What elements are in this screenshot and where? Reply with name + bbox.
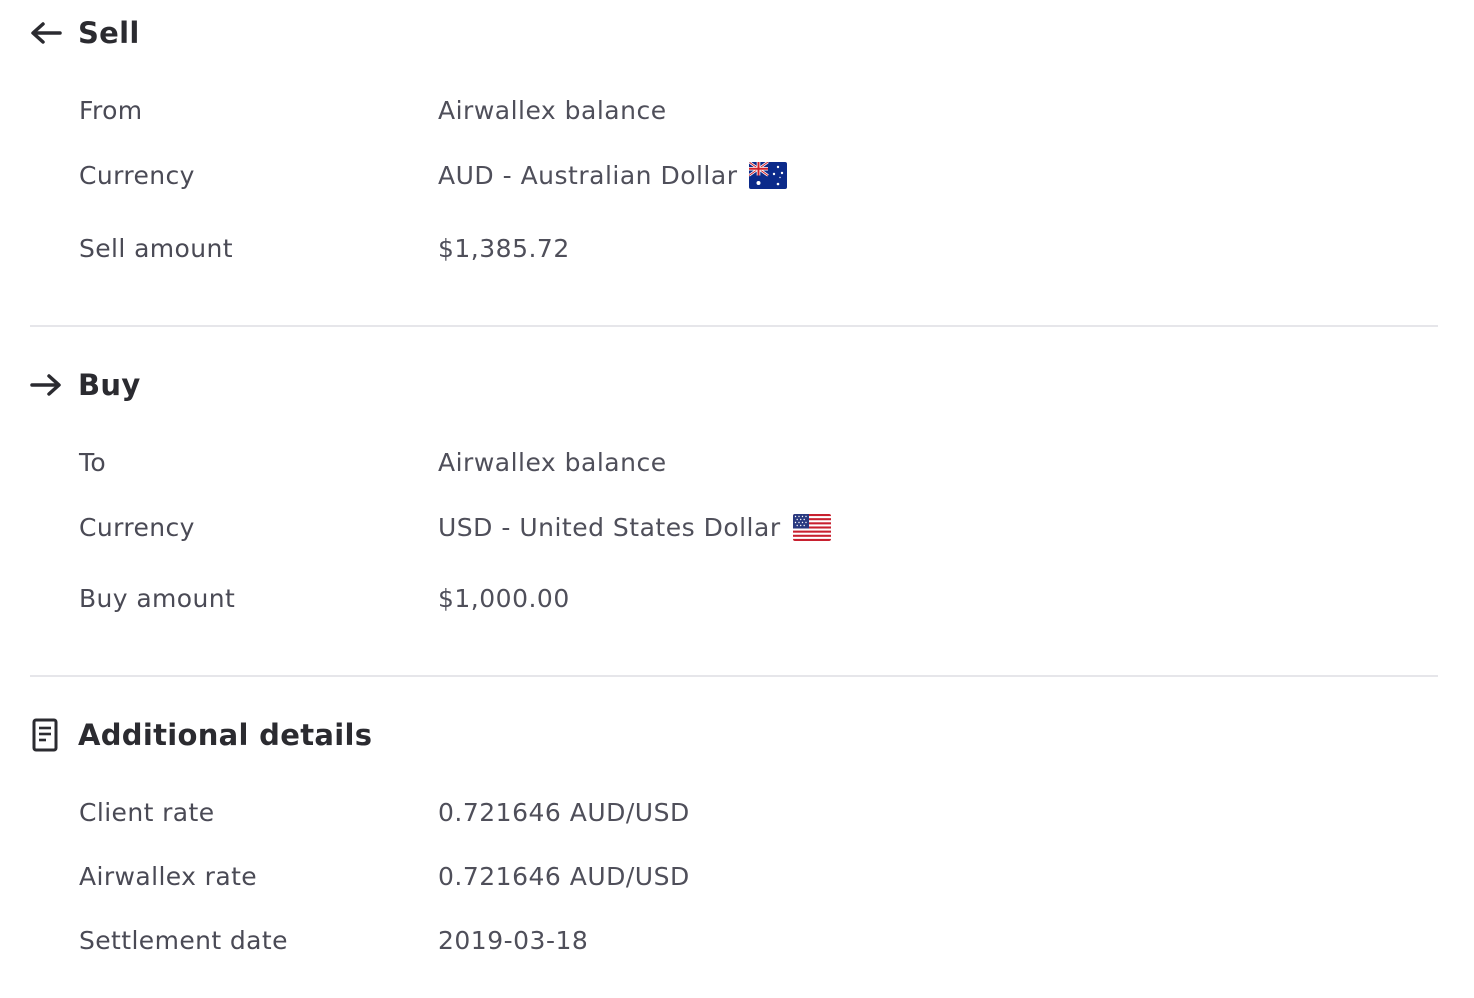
sell-currency-label: Currency (79, 160, 195, 190)
airwallex-rate-label: Airwallex rate (79, 861, 258, 891)
sell-currency-value-wrap: AUD - Australian Dollar (438, 160, 788, 190)
sell-from-row: From Airwallex balance (79, 90, 1439, 130)
buy-amount-value: $1,000.00 (438, 583, 570, 613)
buy-currency-value: USD - United States Dollar (438, 512, 781, 542)
sell-currency-row: Currency AUD - Australian Dollar (79, 155, 1439, 195)
arrow-right-icon (30, 368, 64, 402)
airwallex-rate-row: Airwallex rate 0.721646 AUD/USD (79, 856, 1439, 896)
sell-title: Sell (78, 16, 140, 50)
document-icon (30, 718, 64, 752)
from-value: Airwallex balance (438, 95, 667, 125)
client-rate-value: 0.721646 AUD/USD (438, 797, 690, 827)
usa-flag-icon (792, 513, 831, 541)
buy-title: Buy (78, 368, 141, 402)
conversion-details: Sell From Airwallex balance Currency AUD… (0, 0, 1474, 998)
client-rate-label: Client rate (79, 797, 215, 827)
sell-amount-value: $1,385.72 (438, 233, 570, 263)
divider (30, 325, 1438, 327)
buy-amount-row: Buy amount $1,000.00 (79, 578, 1439, 618)
buy-currency-row: Currency USD - United States Dollar (79, 507, 1439, 547)
australia-flag-icon (749, 161, 788, 189)
buy-currency-label: Currency (79, 512, 195, 542)
additional-title: Additional details (78, 718, 373, 752)
sell-currency-value: AUD - Australian Dollar (438, 160, 738, 190)
to-value: Airwallex balance (438, 447, 667, 477)
arrow-left-icon[interactable] (30, 16, 64, 50)
airwallex-rate-value: 0.721646 AUD/USD (438, 861, 690, 891)
settlement-date-label: Settlement date (79, 925, 288, 955)
buy-currency-value-wrap: USD - United States Dollar (438, 513, 831, 542)
sell-section-header: Sell (30, 13, 140, 53)
buy-to-row: To Airwallex balance (79, 442, 1439, 482)
sell-amount-row: Sell amount $1,385.72 (79, 228, 1439, 268)
from-label: From (79, 95, 143, 125)
divider (30, 675, 1438, 677)
buy-amount-label: Buy amount (79, 583, 236, 613)
client-rate-row: Client rate 0.721646 AUD/USD (79, 792, 1439, 832)
settlement-date-value: 2019-03-18 (438, 925, 589, 955)
settlement-date-row: Settlement date 2019-03-18 (79, 920, 1439, 960)
additional-section-header: Additional details (30, 715, 372, 755)
sell-amount-label: Sell amount (79, 233, 233, 263)
to-label: To (79, 447, 107, 477)
buy-section-header: Buy (30, 365, 141, 405)
